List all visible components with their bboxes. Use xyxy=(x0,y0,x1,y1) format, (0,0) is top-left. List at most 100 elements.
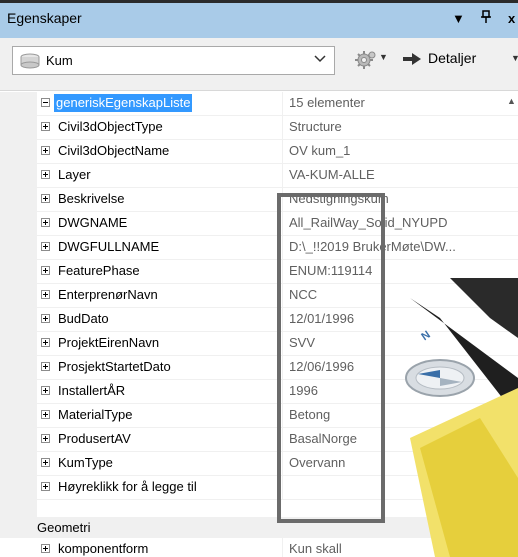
column-separator xyxy=(282,116,283,140)
property-row[interactable]: Høyreklikk for å legge til xyxy=(37,476,518,500)
column-separator xyxy=(282,284,283,308)
expand-icon[interactable] xyxy=(41,338,50,347)
column-separator xyxy=(282,476,283,500)
property-row[interactable]: FeaturePhase ENUM:119114 xyxy=(37,260,518,284)
property-row[interactable]: InstallertÅR 1996 xyxy=(37,380,518,404)
property-row[interactable]: ProsjektStartetDato 12/06/1996 xyxy=(37,356,518,380)
expand-icon[interactable] xyxy=(41,434,50,443)
property-row[interactable]: Civil3dObjectName OV kum_1 xyxy=(37,140,518,164)
property-row[interactable]: KumType Overvann xyxy=(37,452,518,476)
expand-icon[interactable] xyxy=(41,314,50,323)
property-value[interactable]: NCC xyxy=(289,287,514,302)
property-name: Høyreklikk for å legge til xyxy=(58,479,197,494)
property-name: komponentform xyxy=(58,541,149,556)
expand-icon[interactable] xyxy=(41,242,50,251)
property-value: Kun skall xyxy=(289,541,342,556)
property-value[interactable]: ENUM:119114 xyxy=(289,263,514,278)
property-value[interactable]: All_RailWay_Solid_NYUPD xyxy=(289,215,514,230)
expand-icon[interactable] xyxy=(41,170,50,179)
property-row[interactable]: Beskrivelse Nedstigningskum xyxy=(37,188,518,212)
property-row[interactable]: Layer VA-KUM-ALLE xyxy=(37,164,518,188)
property-row[interactable]: BudDato 12/01/1996 xyxy=(37,308,518,332)
property-value[interactable]: VA-KUM-ALLE xyxy=(289,167,514,182)
close-icon[interactable]: x xyxy=(508,10,515,28)
scrollbar[interactable]: ▲ xyxy=(506,92,518,120)
column-separator xyxy=(282,452,283,476)
column-separator xyxy=(282,308,283,332)
category-name: Geometri xyxy=(37,520,91,535)
expand-icon[interactable] xyxy=(41,544,50,553)
column-separator xyxy=(282,332,283,356)
property-name: BudDato xyxy=(58,311,109,326)
property-row[interactable]: DWGFULLNAME D:\_!!2019 BrukerMøte\DW... xyxy=(37,236,518,260)
property-row[interactable]: MaterialType Betong xyxy=(37,404,518,428)
property-value[interactable]: 12/01/1996 xyxy=(289,311,514,326)
property-name: InstallertÅR xyxy=(58,383,126,398)
property-value[interactable]: OV kum_1 xyxy=(289,143,514,158)
property-row[interactable]: ProdusertAV BasalNorge xyxy=(37,428,518,452)
gear-dropdown-icon[interactable]: ▼ xyxy=(379,52,388,62)
property-name: Beskrivelse xyxy=(58,191,125,206)
expand-icon[interactable] xyxy=(41,458,50,467)
property-name: EnterprenørNavn xyxy=(58,287,158,302)
column-separator xyxy=(282,404,283,428)
expand-icon[interactable] xyxy=(41,362,50,371)
pin-icon[interactable] xyxy=(480,10,492,29)
property-name: DWGFULLNAME xyxy=(58,239,160,254)
column-separator xyxy=(282,428,283,452)
dropdown-arrow-icon[interactable]: ▼ xyxy=(452,10,465,28)
property-value[interactable]: BasalNorge xyxy=(289,431,514,446)
expand-icon[interactable] xyxy=(41,122,50,131)
column-separator xyxy=(282,140,283,164)
expand-icon[interactable] xyxy=(41,218,50,227)
column-separator xyxy=(282,92,283,116)
property-value[interactable]: D:\_!!2019 BrukerMøte\DW... xyxy=(289,239,514,254)
object-select[interactable]: Kum xyxy=(12,46,335,75)
collapse-icon[interactable] xyxy=(41,98,50,107)
root-property-row[interactable]: generiskEgenskapListe 15 elementer xyxy=(37,92,518,116)
property-name: ProdusertAV xyxy=(58,431,131,446)
property-value[interactable]: 12/06/1996 xyxy=(289,359,514,374)
expand-icon[interactable] xyxy=(41,194,50,203)
column-separator xyxy=(282,356,283,380)
property-value[interactable]: SVV xyxy=(289,335,514,350)
column-separator xyxy=(282,212,283,236)
property-name: KumType xyxy=(58,455,113,470)
property-row-komponentform[interactable]: komponentform Kun skall xyxy=(37,538,518,557)
root-property-name: generiskEgenskapListe xyxy=(54,94,193,112)
property-name: Civil3dObjectName xyxy=(58,143,170,158)
details-label: Detaljer xyxy=(428,50,477,66)
property-name: MaterialType xyxy=(58,407,133,422)
expand-icon[interactable] xyxy=(41,146,50,155)
property-value[interactable]: Structure xyxy=(289,119,514,134)
property-value[interactable]: Nedstigningskum xyxy=(289,191,514,206)
property-value[interactable]: Overvann xyxy=(289,455,514,470)
column-separator xyxy=(282,236,283,260)
scroll-up-icon[interactable]: ▲ xyxy=(507,96,516,106)
grid-gutter xyxy=(0,92,37,517)
expand-icon[interactable] xyxy=(41,386,50,395)
category-geometri[interactable]: Geometri xyxy=(0,517,518,538)
property-name: Civil3dObjectType xyxy=(58,119,163,134)
details-dropdown-icon[interactable]: ▼ xyxy=(511,53,518,63)
expand-icon[interactable] xyxy=(41,410,50,419)
property-grid: generiskEgenskapListe 15 elementer Civil… xyxy=(0,92,518,557)
panel-title-bar: Egenskaper ▼ x xyxy=(0,0,518,38)
property-row[interactable]: Civil3dObjectType Structure xyxy=(37,116,518,140)
property-name: Layer xyxy=(58,167,91,182)
root-property-value: 15 elementer xyxy=(289,95,365,110)
expand-icon[interactable] xyxy=(41,482,50,491)
chevron-down-icon[interactable] xyxy=(314,51,326,67)
expand-icon[interactable] xyxy=(41,266,50,275)
expand-icon[interactable] xyxy=(41,290,50,299)
property-name: ProjektEirenNavn xyxy=(58,335,160,350)
property-value[interactable]: Betong xyxy=(289,407,514,422)
gear-icon[interactable] xyxy=(355,50,377,73)
property-value[interactable]: 1996 xyxy=(289,383,514,398)
property-row[interactable]: EnterprenørNavn NCC xyxy=(37,284,518,308)
object-select-value: Kum xyxy=(46,53,73,68)
panel-title: Egenskaper xyxy=(7,10,82,26)
property-row[interactable]: DWGNAME All_RailWay_Solid_NYUPD xyxy=(37,212,518,236)
property-row[interactable]: ProjektEirenNavn SVV xyxy=(37,332,518,356)
cube-icon xyxy=(19,53,41,72)
